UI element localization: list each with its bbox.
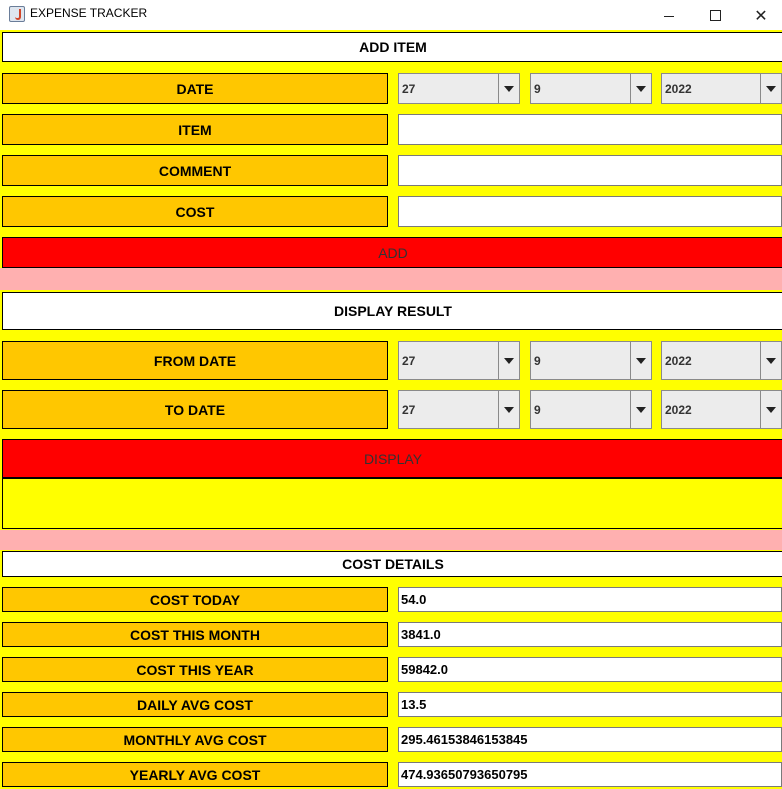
item-input[interactable] (398, 114, 782, 145)
minimize-button[interactable] (646, 0, 692, 30)
comment-label: COMMENT (2, 155, 388, 186)
to-day-dropdown-arrow[interactable] (498, 391, 519, 428)
chevron-down-icon (504, 406, 514, 413)
display-result-header: DISPLAY RESULT (2, 292, 782, 330)
to-year-value: 2022 (665, 402, 692, 417)
add-item-header: ADD ITEM (2, 32, 782, 62)
monthly-avg-cost-value: 295.46153846153845 (398, 727, 782, 752)
add-item-panel (0, 30, 782, 268)
chevron-down-icon (636, 85, 646, 92)
cost-today-value: 54.0 (398, 587, 782, 612)
item-label: ITEM (2, 114, 388, 145)
yearly-avg-cost-label: YEARLY AVG COST (2, 762, 388, 787)
to-date-label: TO DATE (2, 390, 388, 429)
cost-this-year-label: COST THIS YEAR (2, 657, 388, 682)
day-value: 27 (402, 81, 416, 96)
month-value: 9 (534, 81, 541, 96)
chevron-down-icon (766, 357, 776, 364)
cost-details-header: COST DETAILS (2, 551, 782, 577)
from-day-combo[interactable]: 27 (398, 341, 520, 380)
from-month-value: 9 (534, 353, 541, 368)
month-dropdown-arrow[interactable] (630, 74, 651, 103)
cost-this-year-value: 59842.0 (398, 657, 782, 682)
from-month-combo[interactable]: 9 (530, 341, 652, 380)
from-month-dropdown-arrow[interactable] (630, 342, 651, 379)
from-year-dropdown-arrow[interactable] (760, 342, 781, 379)
from-day-value: 27 (402, 353, 416, 368)
cost-today-label: COST TODAY (2, 587, 388, 612)
to-day-combo[interactable]: 27 (398, 390, 520, 429)
maximize-icon (709, 9, 721, 21)
separator (0, 530, 782, 550)
to-year-dropdown-arrow[interactable] (760, 391, 781, 428)
chevron-down-icon (636, 406, 646, 413)
add-button[interactable]: ADD (2, 237, 782, 268)
to-year-combo[interactable]: 2022 (661, 390, 782, 429)
chevron-down-icon (504, 85, 514, 92)
to-month-combo[interactable]: 9 (530, 390, 652, 429)
month-combo[interactable]: 9 (530, 73, 652, 104)
year-combo[interactable]: 2022 (661, 73, 782, 104)
chevron-down-icon (504, 357, 514, 364)
from-year-combo[interactable]: 2022 (661, 341, 782, 380)
from-day-dropdown-arrow[interactable] (498, 342, 519, 379)
window-title: EXPENSE TRACKER (30, 6, 148, 20)
maximize-button[interactable] (692, 0, 738, 30)
chevron-down-icon (636, 357, 646, 364)
day-dropdown-arrow[interactable] (498, 74, 519, 103)
from-date-label: FROM DATE (2, 341, 388, 380)
cost-input[interactable] (398, 196, 782, 227)
minimize-icon (664, 15, 674, 17)
to-day-value: 27 (402, 402, 416, 417)
to-month-value: 9 (534, 402, 541, 417)
chevron-down-icon (766, 406, 776, 413)
year-dropdown-arrow[interactable] (760, 74, 781, 103)
cost-label: COST (2, 196, 388, 227)
year-value: 2022 (665, 81, 692, 96)
from-year-value: 2022 (665, 353, 692, 368)
to-month-dropdown-arrow[interactable] (630, 391, 651, 428)
yearly-avg-cost-value: 474.93650793650795 (398, 762, 782, 787)
cost-this-month-label: COST THIS MONTH (2, 622, 388, 647)
close-icon: ✕ (754, 5, 768, 25)
cost-this-month-value: 3841.0 (398, 622, 782, 647)
chevron-down-icon (766, 85, 776, 92)
date-label: DATE (2, 73, 388, 104)
close-button[interactable]: ✕ (738, 0, 782, 30)
monthly-avg-cost-label: MONTHLY AVG COST (2, 727, 388, 752)
day-combo[interactable]: 27 (398, 73, 520, 104)
separator (0, 268, 782, 290)
daily-avg-cost-value: 13.5 (398, 692, 782, 717)
daily-avg-cost-label: DAILY AVG COST (2, 692, 388, 717)
result-area (2, 478, 782, 529)
java-app-icon (9, 6, 25, 22)
comment-input[interactable] (398, 155, 782, 186)
display-button[interactable]: DISPLAY (2, 439, 782, 478)
